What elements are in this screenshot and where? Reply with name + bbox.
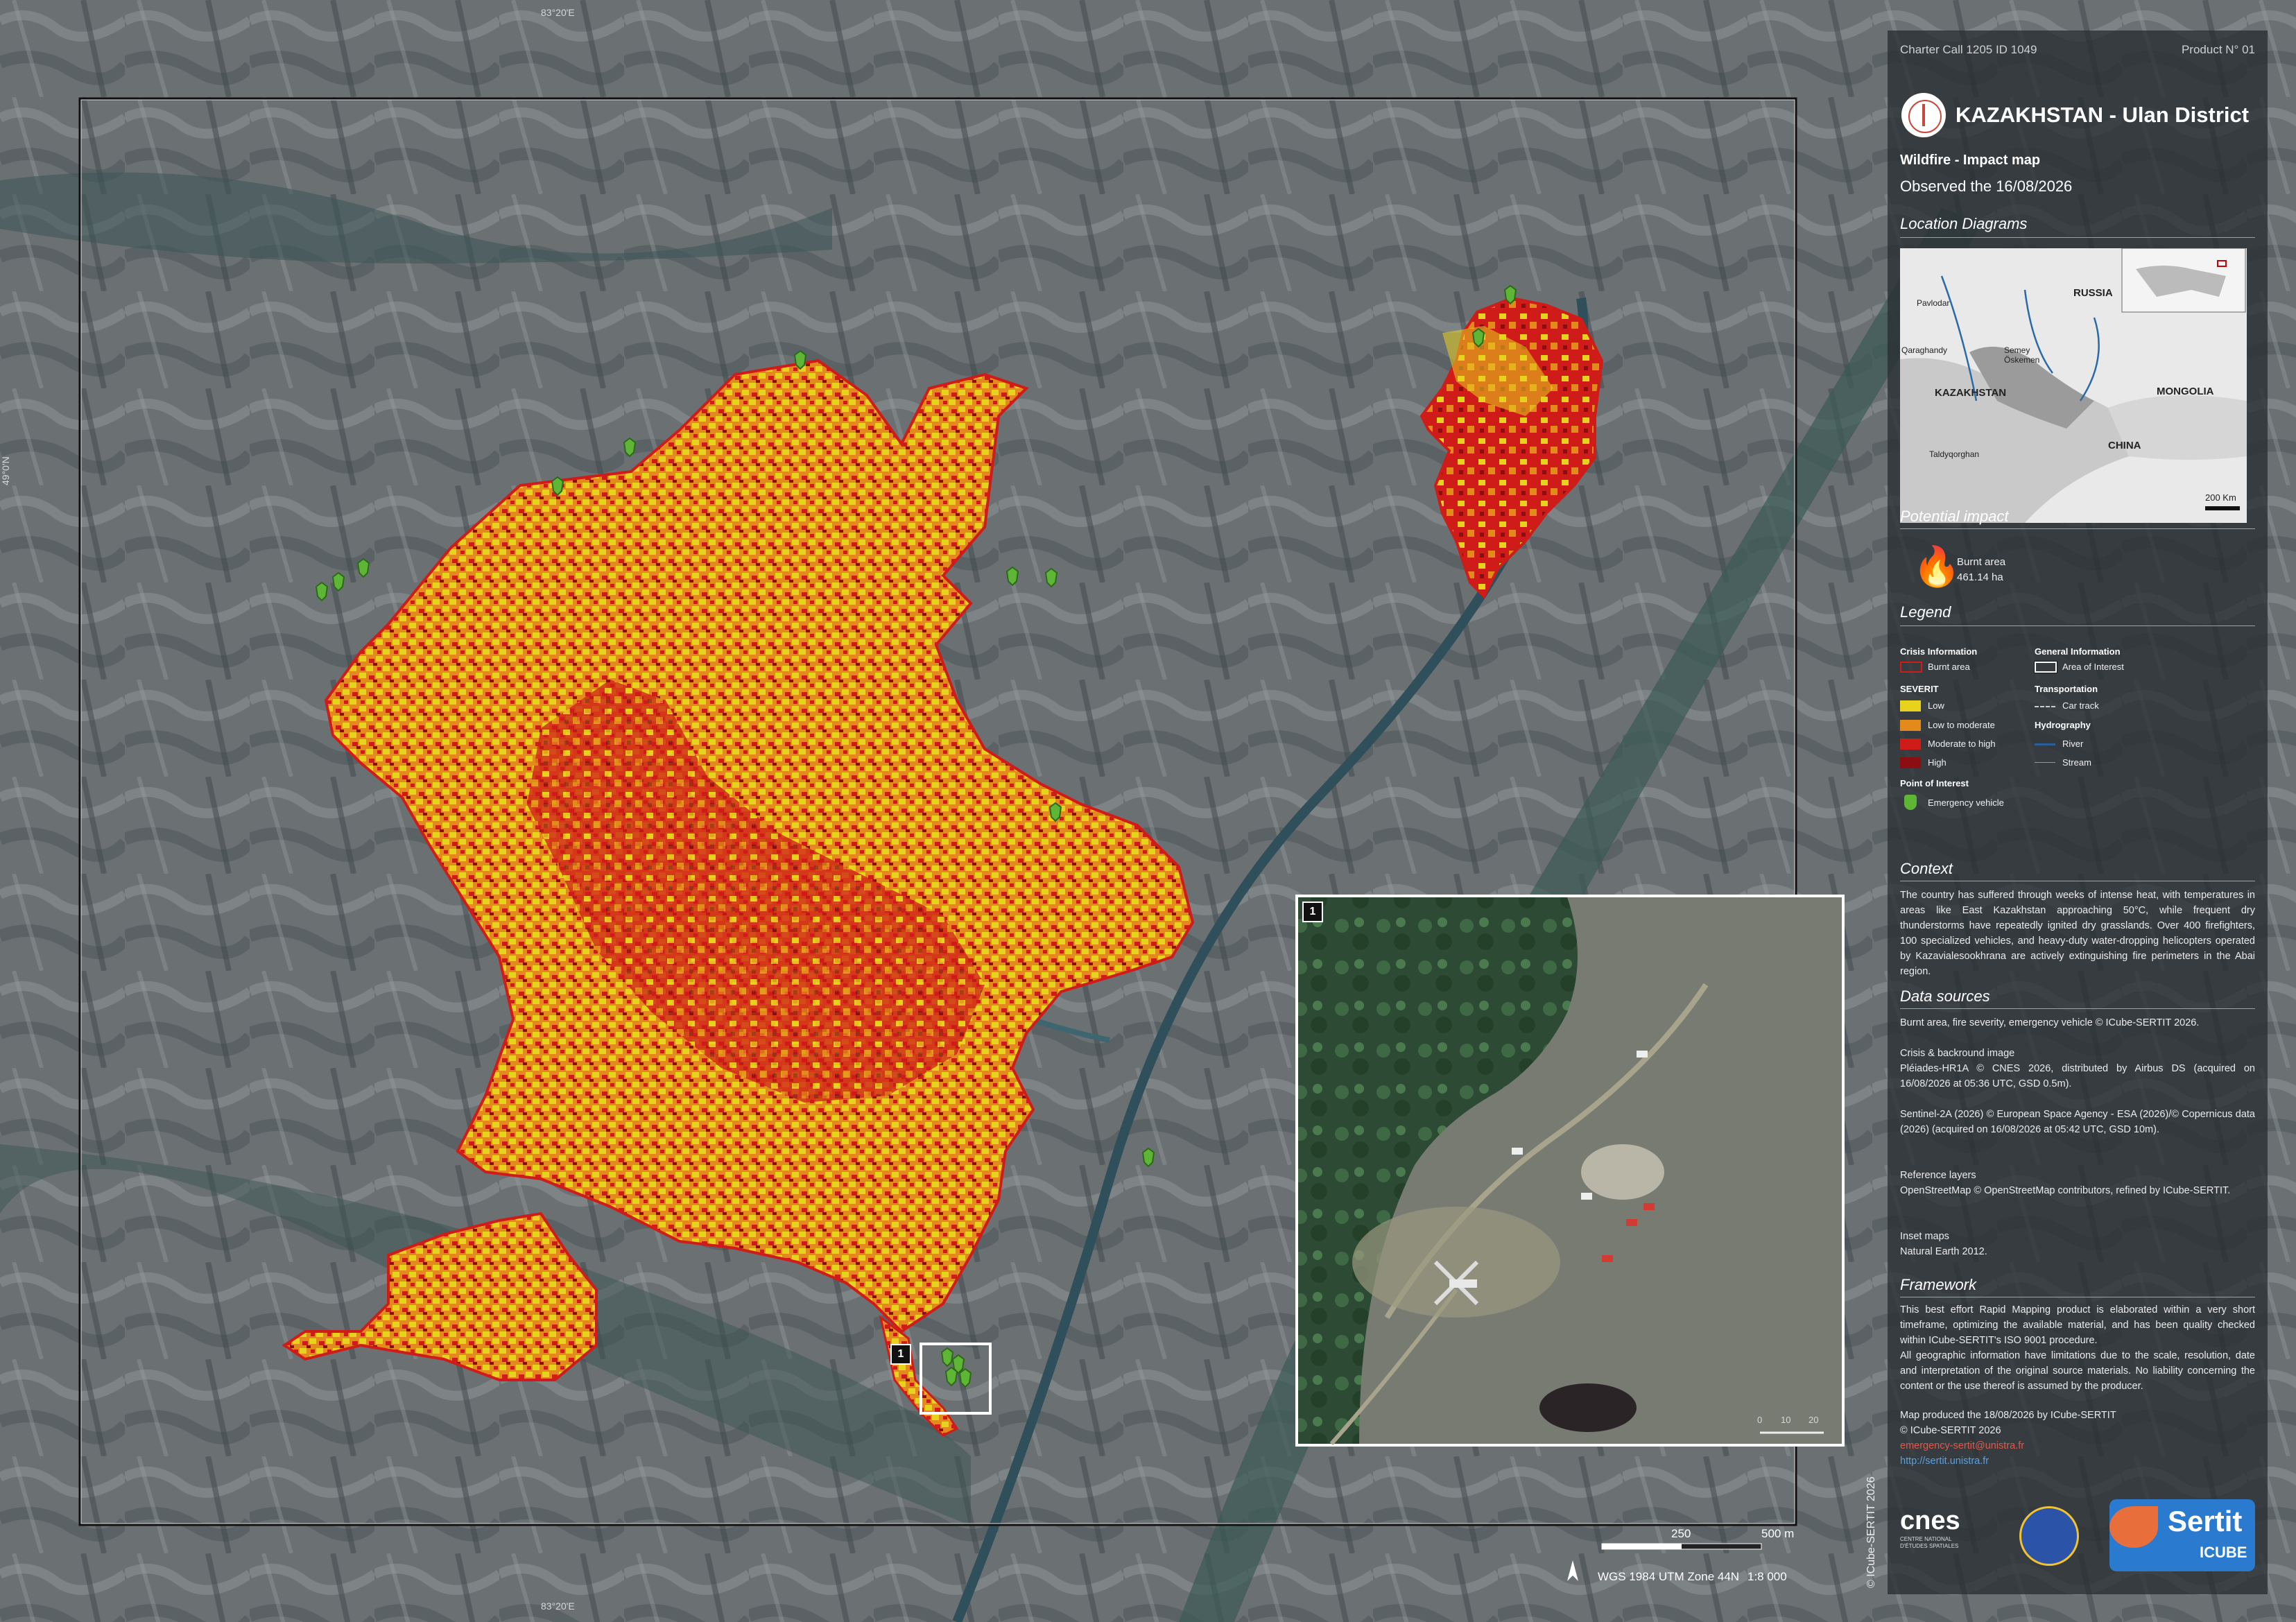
legend-transportation: Transportation [2035,684,2098,694]
legend-crisis-info: Crisis Information [1900,646,1978,657]
loc-qaraghandy: Qaraghandy [1901,345,1948,355]
context-heading: Context [1900,860,1953,877]
legend-burnt-swatch [1900,662,1922,673]
loc-pavlodar: Pavlodar [1917,298,1950,308]
sertit-logo: Sertit ICUBE [2109,1499,2255,1571]
inset-zoom-map [1295,895,1845,1447]
legend-low: Low [1928,700,1944,711]
scale-ratio: 1:8 000 [1747,1570,1787,1583]
sources-crisis-title: Crisis & backround image [1900,1048,2015,1059]
sources-line1: Burnt area, fire severity, emergency veh… [1900,1017,2200,1028]
sources-inset-text: Natural Earth 2012. [1900,1246,1987,1257]
loc-scale: 200 Km [2205,492,2236,503]
cnes-logo-sub: CENTRE NATIONAL D'ÉTUDES SPATIALES [1900,1536,1959,1549]
legend-river-swatch [2035,743,2055,745]
legend-stream: Stream [2062,757,2091,768]
location-diagram: RUSSIA KAZAKHSTAN MONGOLIA CHINA Pavloda… [1900,248,2247,523]
legend-river: River [2062,739,2084,749]
sources-ref-title: Reference layers [1900,1170,1976,1181]
framework-url[interactable]: http://sertit.unistra.fr [1900,1453,2255,1469]
loc-china: CHINA [2108,440,2141,451]
cnes-logo: cnes CENTRE NATIONAL D'ÉTUDES SPATIALES [1900,1506,1976,1550]
legend-car-track-swatch [2035,706,2055,707]
framework-text1: This best effort Rapid Mapping product i… [1900,1304,2255,1346]
map-scale-bar [1601,1543,1762,1550]
sertit-logo-text: Sertit [2168,1505,2243,1537]
legend-area-of-interest: Area of Interest [2062,662,2124,672]
inset-scale-0: 0 [1757,1415,1763,1425]
sources-heading: Data sources [1900,987,1990,1005]
legend-poi: Point of Interest [1900,778,1969,788]
legend-burnt-area: Burnt area [1928,662,1970,672]
inset-marker-zoom: 1 [1302,901,1323,922]
location-heading: Location Diagrams [1900,215,2028,232]
legend-hydrography: Hydrography [2035,720,2091,730]
loc-russia: RUSSIA [2073,287,2113,299]
charter-logo [1901,93,1946,137]
legend-general-info: General Information [2035,646,2121,657]
loc-oskemen: Öskemen [2004,355,2040,365]
observed-date: Observed the 16/08/2026 [1900,178,2073,195]
grid-label-top: 83°20'E [541,7,575,18]
charter-call: Charter Call 1205 ID 1049 [1900,43,2037,56]
icube-logo-text: ICUBE [2200,1544,2247,1561]
legend-stream-swatch [2035,762,2055,763]
sources-inset-title: Inset maps [1900,1231,1949,1242]
scale-label-500: 500 m [1761,1527,1795,1540]
legend-aoi-swatch [2034,661,2057,673]
burnt-area-value: 461.14 ha [1957,571,2003,583]
legend-moderate-high-swatch [1900,739,1921,750]
context-text: The country has suffered through weeks o… [1900,890,2255,977]
framework-heading: Framework [1900,1276,1977,1293]
framework-text2: All geographic information have limitati… [1900,1350,2255,1392]
legend-high: High [1928,757,1947,768]
framework-produced: Map produced the 18/08/2026 by ICube-SER… [1900,1410,2116,1421]
sources-ref-text: OpenStreetMap © OpenStreetMap contributo… [1900,1185,2231,1196]
charter-globe-logo [2019,1506,2079,1566]
map-title: KAZAKHSTAN - Ulan District [1956,103,2250,127]
impact-heading: Potential impact [1900,508,2009,525]
sources-sentinel-text: Sentinel-2A (2026) © European Space Agen… [1900,1109,2255,1135]
loc-semey: Semey [2004,345,2030,355]
map-product: 83°20'E 49°0'N 83°20'E 1 1 0 10 20 250 5… [0,0,2296,1622]
legend-low-moderate: Low to moderate [1928,720,1995,730]
legend-emergency-vehicle: Emergency vehicle [1928,797,2004,808]
framework-email[interactable]: emergency-sertit@unistra.fr [1900,1438,2255,1453]
legend-severity: SEVERIT [1900,684,1939,694]
cnes-logo-text: cnes [1900,1506,1960,1535]
scale-label-250: 250 [1671,1527,1691,1540]
grid-label-bottom: 83°20'E [541,1601,575,1612]
legend-heading: Legend [1900,603,1951,621]
legend-car-track: Car track [2062,700,2099,711]
legend-moderate-high: Moderate to high [1928,739,1996,749]
legend-low-swatch [1900,700,1921,711]
burnt-area-label: Burnt area [1957,556,2006,568]
inset-marker-main: 1 [890,1344,911,1365]
product-number: Product N° 01 [2181,43,2255,56]
grid-label-left: 49°0'N [0,456,11,485]
framework-copyright: © ICube-SERTIT 2026 [1900,1425,2001,1436]
map-subtitle: Wildfire - Impact map [1900,153,2041,168]
fire-icon: 🔥 [1913,544,1961,588]
sources-crisis-text: Pléiades-HR1A © CNES 2026, distributed b… [1900,1063,2255,1089]
legend-low-moderate-swatch [1900,720,1921,731]
vertical-credit: © ICube-SERTIT 2026 [1865,1476,1877,1588]
loc-kazakhstan: KAZAKHSTAN [1935,387,2007,399]
emergency-vehicle-icon [1904,795,1917,810]
projection-label: WGS 1984 UTM Zone 44N [1598,1570,1740,1583]
inset-scale-10: 10 [1781,1415,1791,1425]
loc-taldyqorghan: Taldyqorghan [1929,449,1980,459]
inset-scale-20: 20 [1809,1415,1819,1425]
loc-mongolia: MONGOLIA [2157,386,2214,397]
legend-high-swatch [1900,757,1921,768]
info-panel: Charter Call 1205 ID 1049 Product N° 01 … [1888,31,2268,1594]
